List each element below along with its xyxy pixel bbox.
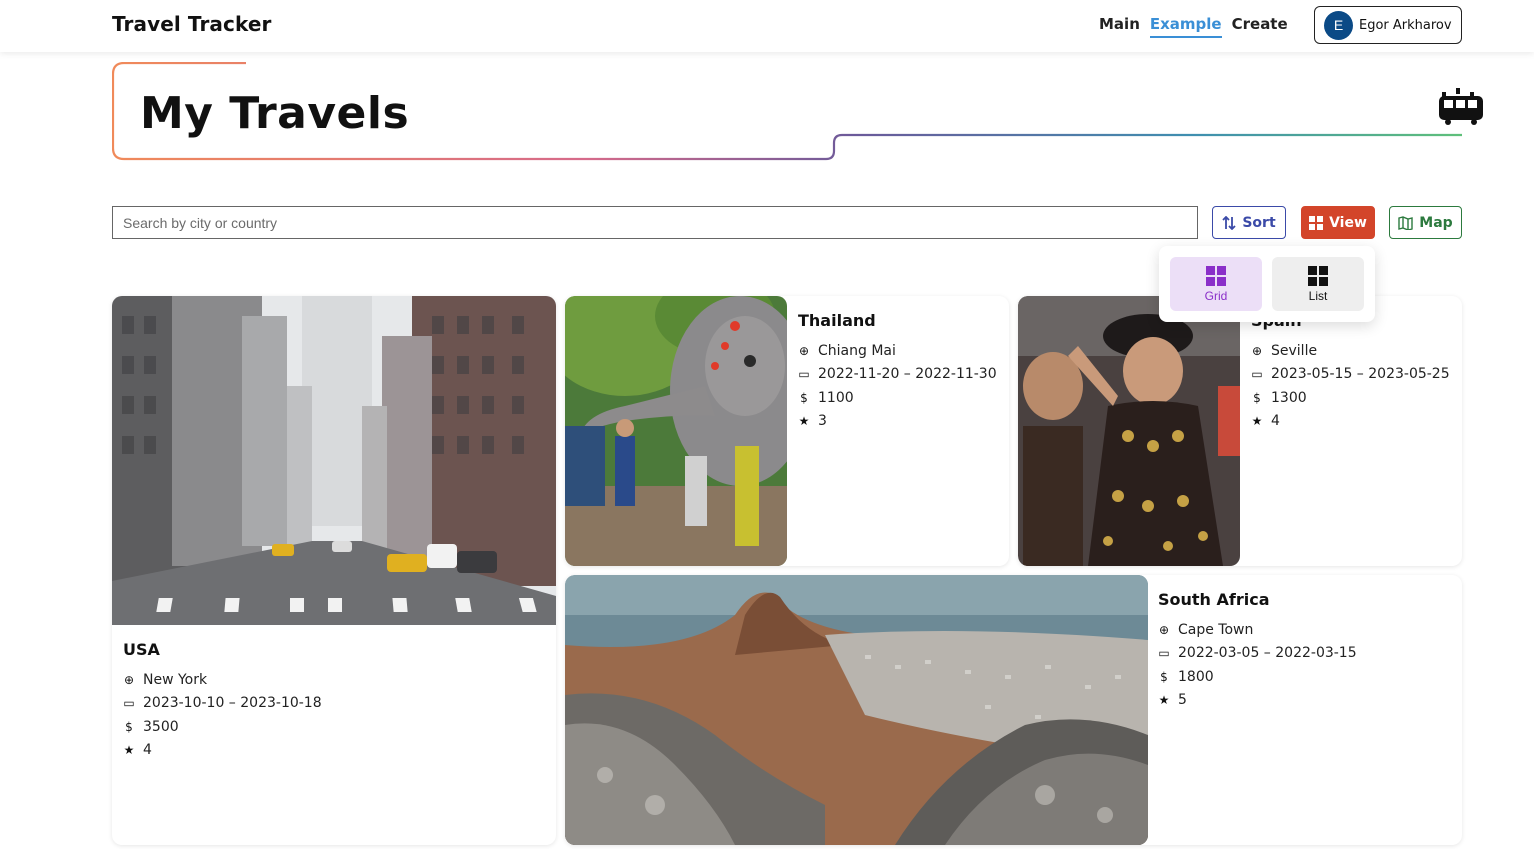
trip-card-thailand[interactable]: Thailand ⊕ Chiang Mai ▭ 2022-11-20 – 2022-… bbox=[565, 296, 1009, 566]
list-label: List bbox=[1308, 288, 1328, 303]
star-icon: ★ bbox=[1251, 414, 1263, 429]
trip-card-usa[interactable]: USA ⊕ New York ▭ 2023-10-10 – 2023-10-18 $… bbox=[112, 296, 556, 845]
globe-icon: ⊕ bbox=[1158, 622, 1170, 637]
calendar-icon: ▭ bbox=[123, 696, 135, 711]
trip-info-usa: USA ⊕ New York ▭ 2023-10-10 – 2023-10-18 $… bbox=[123, 640, 322, 762]
trip-cost: 1300 bbox=[1271, 389, 1307, 406]
nav-example[interactable]: Example bbox=[1149, 15, 1222, 38]
trip-country: Thailand bbox=[798, 311, 876, 330]
main-nav: Main Example Create bbox=[1099, 15, 1288, 38]
user-menu-button[interactable]: E Egor Arkharov bbox=[1314, 6, 1462, 44]
view-label: View bbox=[1329, 214, 1367, 231]
globe-icon: ⊕ bbox=[123, 672, 135, 687]
list-icon bbox=[1308, 265, 1328, 286]
dollar-icon: $ bbox=[1160, 669, 1168, 684]
dollar-icon: $ bbox=[125, 719, 133, 734]
nav-main[interactable]: Main bbox=[1099, 15, 1140, 38]
globe-icon: ⊕ bbox=[1251, 343, 1263, 358]
dollar-icon: $ bbox=[800, 390, 808, 405]
star-icon: ★ bbox=[123, 743, 135, 758]
sort-icon bbox=[1222, 215, 1236, 230]
trip-info-spain: Spain ⊕Seville ▭2023-05-15 – 2023-05-25 … bbox=[1251, 311, 1450, 433]
trip-cost: 1100 bbox=[818, 389, 854, 406]
trip-city: Chiang Mai bbox=[818, 342, 896, 359]
trip-info-thailand: Thailand ⊕ Chiang Mai ▭ 2022-11-20 – 2022-… bbox=[798, 311, 997, 433]
trip-cost: 3500 bbox=[143, 718, 179, 735]
trip-rating: 4 bbox=[143, 742, 152, 759]
trip-card-south-africa[interactable]: South Africa ⊕ Cape Town ▭ 2022-03-05 – 20… bbox=[565, 575, 1462, 845]
map-icon bbox=[1398, 215, 1413, 230]
trip-info-south-africa: South Africa ⊕ Cape Town ▭ 2022-03-05 – 20… bbox=[1158, 590, 1357, 712]
trip-photo-south-africa bbox=[565, 575, 1148, 845]
map-button[interactable]: Map bbox=[1389, 206, 1462, 239]
grid-icon bbox=[1206, 265, 1226, 286]
trip-city: Seville bbox=[1271, 342, 1318, 359]
map-label: Map bbox=[1419, 214, 1453, 231]
dollar-icon: $ bbox=[1253, 390, 1261, 405]
page-title: My Travels bbox=[140, 88, 410, 139]
view-mode-dropdown: Grid List bbox=[1159, 246, 1375, 322]
trip-photo-usa bbox=[112, 296, 556, 625]
trip-dates: 2023-05-15 – 2023-05-25 bbox=[1271, 366, 1450, 383]
trip-cost: 1800 bbox=[1178, 668, 1214, 685]
trip-card-spain[interactable]: Spain ⊕Seville ▭2023-05-15 – 2023-05-25 … bbox=[1018, 296, 1462, 566]
search-input[interactable] bbox=[112, 206, 1198, 239]
calendar-icon: ▭ bbox=[1158, 646, 1170, 661]
view-option-grid[interactable]: Grid bbox=[1170, 257, 1262, 311]
view-button[interactable]: View bbox=[1301, 206, 1375, 239]
trip-rating: 3 bbox=[818, 413, 827, 430]
star-icon: ★ bbox=[1158, 693, 1170, 708]
trip-photo-thailand bbox=[565, 296, 787, 566]
trip-country: USA bbox=[123, 640, 160, 659]
trip-city: New York bbox=[143, 671, 208, 688]
calendar-icon: ▭ bbox=[1251, 367, 1263, 382]
globe-icon: ⊕ bbox=[798, 343, 810, 358]
trip-dates: 2023-10-10 – 2023-10-18 bbox=[143, 695, 322, 712]
user-name: Egor Arkharov bbox=[1359, 17, 1452, 33]
trip-photo-spain bbox=[1018, 296, 1240, 566]
top-header: Travel Tracker Main Example Create E Ego… bbox=[0, 0, 1534, 52]
grid-label: Grid bbox=[1204, 288, 1228, 303]
star-icon: ★ bbox=[798, 414, 810, 429]
brand-logo[interactable]: Travel Tracker bbox=[112, 12, 271, 36]
sort-button[interactable]: Sort bbox=[1212, 206, 1286, 239]
trip-rating: 5 bbox=[1178, 692, 1187, 709]
calendar-icon: ▭ bbox=[798, 367, 810, 382]
tram-icon bbox=[1439, 88, 1483, 125]
nav-create[interactable]: Create bbox=[1232, 15, 1288, 38]
trip-city: Cape Town bbox=[1178, 621, 1254, 638]
trip-country: South Africa bbox=[1158, 590, 1270, 609]
sort-label: Sort bbox=[1242, 214, 1276, 231]
trip-dates: 2022-03-05 – 2022-03-15 bbox=[1178, 645, 1357, 662]
avatar: E bbox=[1324, 10, 1353, 40]
grid-view-icon bbox=[1309, 215, 1324, 230]
view-option-list[interactable]: List bbox=[1272, 257, 1364, 311]
trip-dates: 2022-11-20 – 2022-11-30 bbox=[818, 366, 997, 383]
trip-rating: 4 bbox=[1271, 413, 1280, 430]
